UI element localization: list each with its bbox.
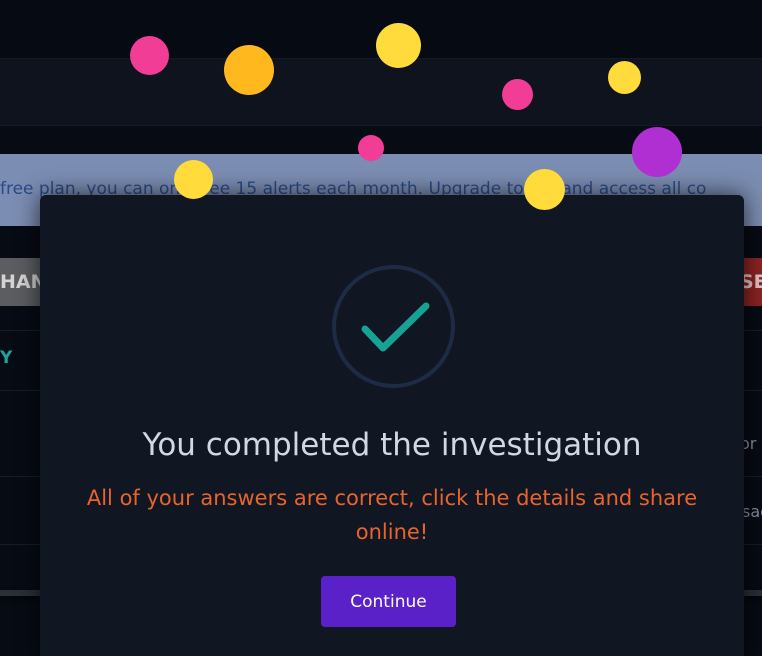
modal-subtitle: All of your answers are correct, click t… [86,486,698,544]
table-cell-text: sac [742,502,762,521]
confetti-dot [224,45,274,95]
confetti-dot [376,23,421,68]
confetti-dot [608,61,641,94]
completion-modal: You completed the investigation All of y… [40,195,744,656]
confetti-dot [502,79,533,110]
confetti-dot [358,135,384,161]
confetti-dot [130,36,169,75]
confetti-dot [524,169,565,210]
confetti-dot [174,160,213,199]
continue-button[interactable]: Continue [321,576,456,627]
app-stage: free plan, you can only see 15 alerts ea… [0,0,762,656]
success-ring [332,265,455,388]
header-bar [0,58,762,126]
confetti-dot [632,127,682,177]
modal-title: You completed the investigation [142,427,642,463]
checkmark-icon [361,302,430,352]
table-row-mark: Y [0,348,13,368]
